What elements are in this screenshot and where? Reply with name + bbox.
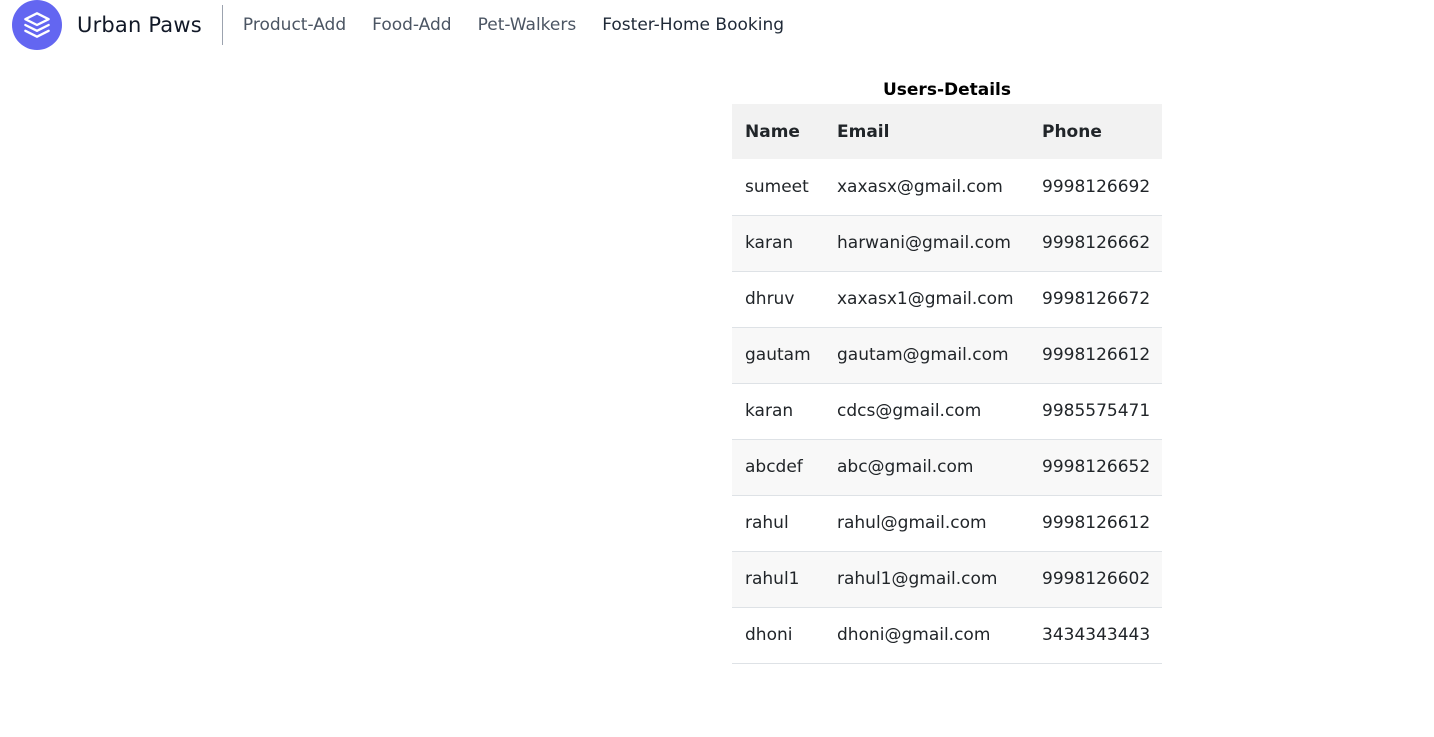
cell-name: karan bbox=[745, 233, 794, 253]
cell-name: sumeet bbox=[745, 176, 809, 197]
table-row: rahul rahul@gmail.com 9998126612 bbox=[732, 495, 1162, 551]
nav-links: Product-Add Food-Add Pet-Walkers Foster-… bbox=[243, 15, 810, 35]
cell-email: gautam@gmail.com bbox=[837, 345, 1009, 365]
cell-phone: 9998126672 bbox=[1042, 289, 1151, 309]
users-table: Name Email Phone sumeet xaxasx@gmail.com… bbox=[732, 104, 1162, 664]
cell-email: rahul@gmail.com bbox=[837, 513, 987, 533]
cell-phone: 3434343443 bbox=[1042, 625, 1151, 645]
cell-phone: 9998126652 bbox=[1042, 457, 1151, 477]
table-row: rahul1 rahul1@gmail.com 9998126602 bbox=[732, 551, 1162, 607]
brand-name: Urban Paws bbox=[77, 13, 202, 37]
cell-phone: 9985575471 bbox=[1042, 401, 1151, 421]
nav-link-product-add[interactable]: Product-Add bbox=[243, 15, 346, 35]
cell-name: rahul bbox=[745, 513, 789, 533]
cell-name: gautam bbox=[745, 345, 811, 365]
stack-layers-icon bbox=[12, 0, 62, 50]
cell-email: xaxasx@gmail.com bbox=[837, 176, 1003, 197]
cell-email: rahul1@gmail.com bbox=[837, 569, 998, 589]
cell-email: abc@gmail.com bbox=[837, 457, 974, 477]
table-row: dhruv xaxasx1@gmail.com 9998126672 bbox=[732, 271, 1162, 327]
cell-email: dhoni@gmail.com bbox=[837, 625, 991, 645]
cell-phone: 9998126602 bbox=[1042, 569, 1151, 589]
table-title: Users-Details bbox=[882, 80, 1012, 100]
column-header-email: Email bbox=[837, 121, 890, 142]
cell-name: dhoni bbox=[745, 625, 793, 645]
nav-link-foster-home-booking[interactable]: Foster-Home Booking bbox=[602, 15, 784, 35]
table-row: karan harwani@gmail.com 9998126662 bbox=[732, 215, 1162, 271]
nav-divider bbox=[221, 5, 223, 45]
table-row: abcdef abc@gmail.com 9998126652 bbox=[732, 439, 1162, 495]
cell-email: harwani@gmail.com bbox=[837, 233, 1011, 253]
table-body: sumeet xaxasx@gmail.com 9998126692 karan… bbox=[732, 159, 1162, 663]
users-details-section: Users-Details Name Email Phone sumeet xa… bbox=[732, 78, 1162, 664]
cell-phone: 9998126612 bbox=[1042, 345, 1151, 365]
table-row: karan cdcs@gmail.com 9985575471 bbox=[732, 383, 1162, 439]
cell-email: xaxasx1@gmail.com bbox=[837, 289, 1014, 309]
table-row: dhoni dhoni@gmail.com 3434343443 bbox=[732, 607, 1162, 663]
cell-name: karan bbox=[745, 401, 794, 421]
column-header-phone: Phone bbox=[1042, 121, 1102, 142]
cell-phone: 9998126612 bbox=[1042, 513, 1151, 533]
cell-email: cdcs@gmail.com bbox=[837, 401, 982, 421]
column-header-name: Name bbox=[745, 121, 800, 142]
nav-link-pet-walkers[interactable]: Pet-Walkers bbox=[478, 15, 577, 35]
cell-name: rahul1 bbox=[745, 569, 800, 589]
cell-phone: 9998126662 bbox=[1042, 233, 1151, 253]
table-header-row: Name Email Phone bbox=[732, 104, 1162, 159]
nav-link-food-add[interactable]: Food-Add bbox=[372, 15, 451, 35]
table-row: gautam gautam@gmail.com 9998126612 bbox=[732, 327, 1162, 383]
cell-name: abcdef bbox=[745, 457, 803, 477]
brand-link[interactable]: Urban Paws bbox=[12, 0, 202, 50]
top-navbar: Urban Paws Product-Add Food-Add Pet-Walk… bbox=[0, 0, 1434, 50]
cell-name: dhruv bbox=[745, 289, 795, 309]
cell-phone: 9998126692 bbox=[1042, 176, 1151, 197]
table-row: sumeet xaxasx@gmail.com 9998126692 bbox=[732, 159, 1162, 215]
